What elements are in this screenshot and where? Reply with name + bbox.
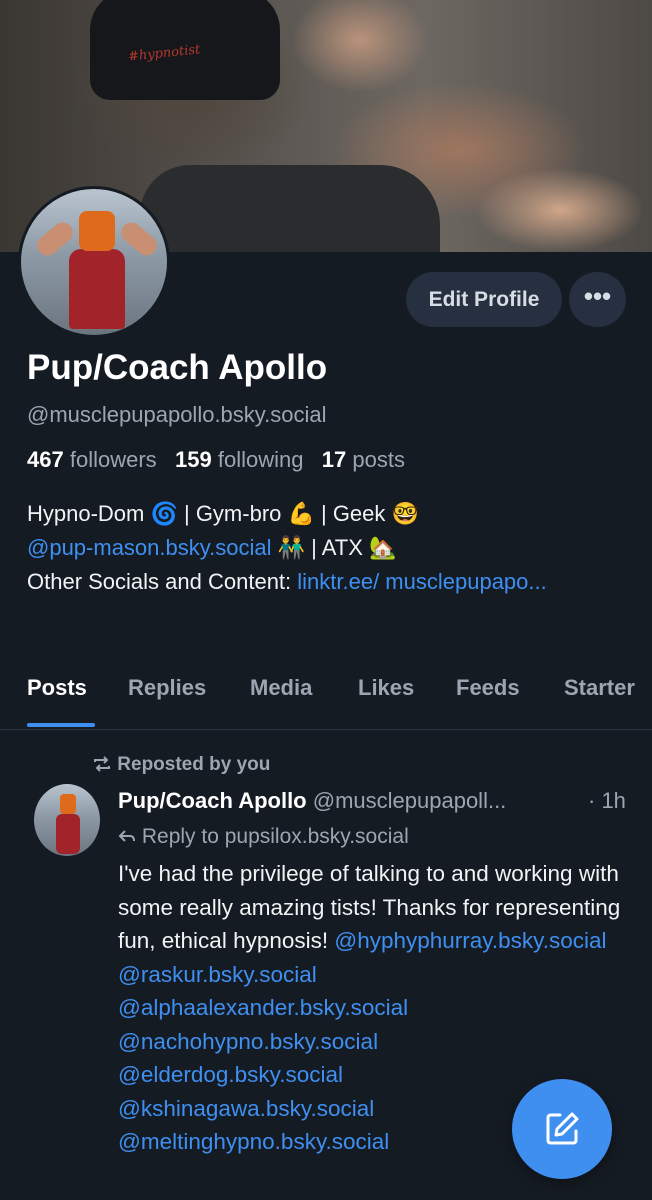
avatar-body xyxy=(56,814,80,854)
post-timestamp[interactable]: · 1h xyxy=(588,788,626,814)
reply-to-line[interactable]: Reply to pupsilox.bsky.social xyxy=(118,825,409,849)
post-author-handle[interactable]: @musclepupapoll... xyxy=(313,788,507,813)
compose-button[interactable] xyxy=(512,1079,612,1179)
active-tab-indicator xyxy=(27,723,95,727)
bio-mention-link[interactable]: @pup-mason.bsky.social xyxy=(27,535,271,560)
tab-starter[interactable]: Starter xyxy=(564,675,635,701)
mention-link[interactable]: @hyphyphurray.bsky.social xyxy=(334,928,606,953)
profile-display-name: Pup/Coach Apollo xyxy=(27,348,328,387)
tab-feeds[interactable]: Feeds xyxy=(456,675,520,701)
mention-link[interactable]: @raskur.bsky.social xyxy=(118,958,638,992)
tab-replies[interactable]: Replies xyxy=(128,675,206,701)
bio-line: @pup-mason.bsky.social 👬 | ATX 🏡 xyxy=(27,535,397,560)
tab-posts[interactable]: Posts xyxy=(27,675,87,701)
avatar-head xyxy=(60,794,76,814)
following-stat[interactable]: 159 following xyxy=(175,447,303,472)
mention-link[interactable]: @nachohypno.bsky.social xyxy=(118,1025,638,1059)
more-options-button[interactable]: ••• xyxy=(569,272,626,327)
bio-external-link[interactable]: linktr.ee/ musclepupapo... xyxy=(297,569,546,594)
repost-indicator[interactable]: Reposted by you xyxy=(92,754,270,776)
post-author-avatar[interactable] xyxy=(34,784,100,856)
profile-handle: @musclepupapollo.bsky.social xyxy=(27,402,327,427)
profile-stats: 467 followers 159 following 17 posts xyxy=(27,447,405,473)
banner-shirt-shape xyxy=(140,165,440,252)
tab-likes[interactable]: Likes xyxy=(358,675,414,701)
profile-bio: Hypno-Dom 🌀 | Gym-bro 💪 | Geek 🤓 @pup-ma… xyxy=(27,497,627,599)
tab-media[interactable]: Media xyxy=(250,675,312,701)
profile-tabs: Posts Replies Media Likes Feeds Starter xyxy=(0,665,652,730)
bio-line: Hypno-Dom 🌀 | Gym-bro 💪 | Geek 🤓 xyxy=(27,501,419,526)
compose-icon xyxy=(546,1112,579,1145)
post-header: Pup/Coach Apollo @musclepupapoll... xyxy=(118,788,638,814)
followers-stat[interactable]: 467 followers xyxy=(27,447,157,472)
avatar-head xyxy=(79,211,115,251)
edit-profile-button[interactable]: Edit Profile xyxy=(406,272,562,327)
bio-line: Other Socials and Content: linktr.ee/ mu… xyxy=(27,569,547,594)
profile-avatar[interactable] xyxy=(18,186,170,338)
post-author-name[interactable]: Pup/Coach Apollo xyxy=(118,788,307,813)
mention-link[interactable]: @alphaalexander.bsky.social xyxy=(118,991,638,1025)
avatar-arm-right xyxy=(117,218,161,260)
repost-icon xyxy=(94,756,110,772)
ellipsis-icon: ••• xyxy=(583,281,612,311)
avatar-body xyxy=(69,249,125,329)
posts-stat: 17 posts xyxy=(321,447,405,472)
reply-arrow-icon xyxy=(118,830,135,842)
